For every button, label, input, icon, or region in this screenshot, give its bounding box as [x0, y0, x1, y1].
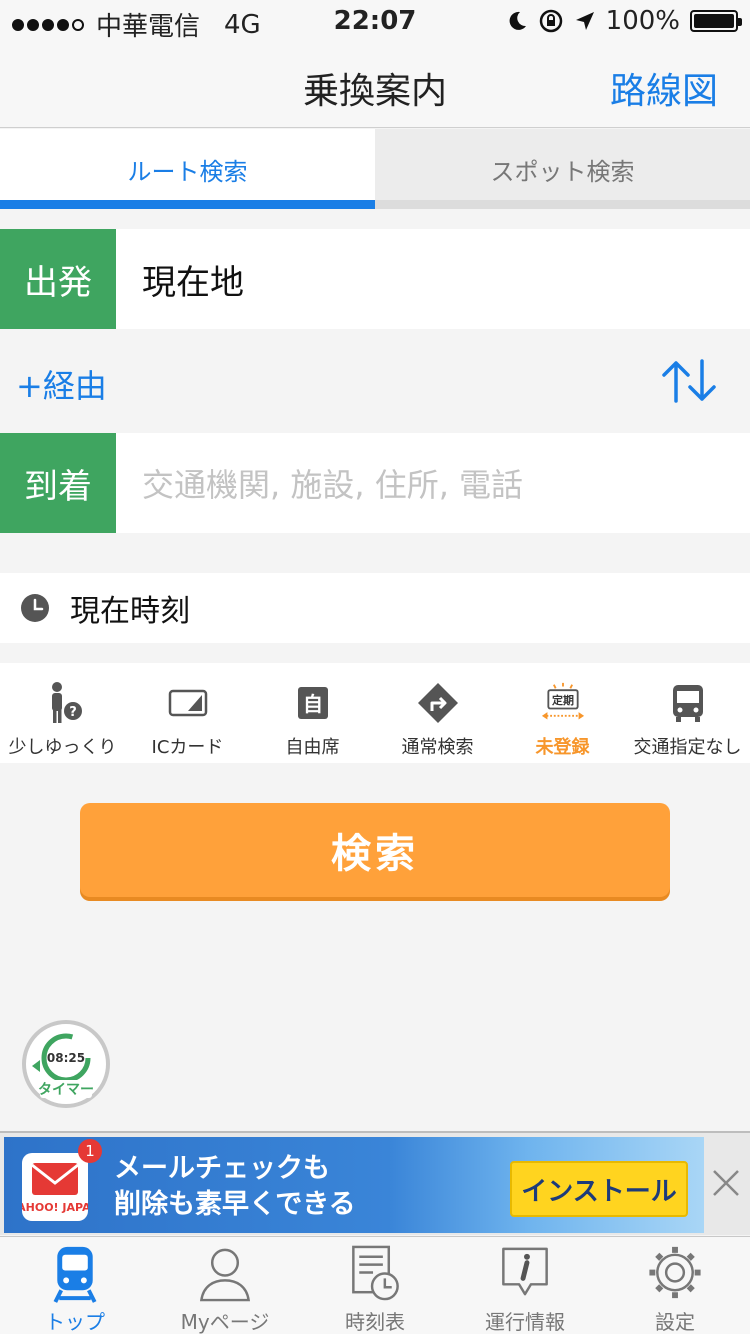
via-row: +経由: [0, 329, 750, 433]
tabbar-item-settings[interactable]: 設定: [600, 1237, 750, 1334]
battery-icon: [690, 10, 742, 32]
ad-text: メールチェックも 削除も素早くできる: [114, 1151, 356, 1223]
route-map-button[interactable]: 路線図: [610, 62, 718, 114]
svg-text:?: ?: [69, 705, 77, 720]
tab-route-search[interactable]: ルート検索: [0, 129, 375, 209]
ad-line-1: メールチェックも: [114, 1153, 330, 1184]
clock-icon: [21, 594, 49, 622]
arrival-label: 到着: [0, 433, 116, 533]
commuter-pass-icon: 定期: [541, 682, 584, 720]
timer-time: 08:25: [47, 1051, 85, 1065]
tabbar-item-timetable[interactable]: 時刻表: [300, 1237, 450, 1334]
route-diamond-icon: [417, 683, 458, 723]
datetime-label: 現在時刻: [70, 594, 190, 629]
option-transport[interactable]: 交通指定なし: [625, 663, 750, 763]
train-icon: [53, 1246, 97, 1303]
status-right: 100%: [506, 6, 742, 36]
option-seat-label: 自由席: [285, 737, 340, 758]
location-arrow-icon: [575, 12, 594, 30]
svg-text:自: 自: [303, 692, 323, 716]
option-ic-card-label: ICカード: [151, 737, 224, 758]
tabbar-label-settings: 設定: [655, 1310, 695, 1334]
ad-install-button[interactable]: インストール: [510, 1161, 688, 1217]
tabbar-label-service-info: 運行情報: [485, 1310, 565, 1334]
search-options: ? 少しゆっくり ICカード 自 自由席 通常検索 定期 未登録 交通指定なし: [0, 663, 750, 763]
tabbar-label-top: トップ: [45, 1310, 105, 1334]
add-via-button[interactable]: +経由: [16, 361, 107, 407]
ad-banner: YAHOO! JAPAN 1 メールチェックも 削除も素早くできる インストール: [0, 1131, 750, 1235]
ic-card-icon: [168, 689, 207, 717]
tabbar-item-top[interactable]: トップ: [0, 1237, 150, 1334]
mail-envelope-icon: YAHOO! JAPAN: [9, 1163, 100, 1214]
ad-brand: YAHOO! JAPAN: [22, 1201, 88, 1214]
tab-spot-search[interactable]: スポット検索: [375, 129, 750, 209]
tabbar-label-timetable: 時刻表: [345, 1310, 405, 1334]
option-seat[interactable]: 自 自由席: [250, 663, 375, 763]
swap-arrows-icon[interactable]: [660, 357, 718, 405]
option-walking-speed-label: 少しゆっくり: [8, 737, 117, 758]
tabbar-item-mypage[interactable]: Myページ: [150, 1237, 300, 1334]
arrival-input[interactable]: 交通機関, 施設, 住所, 電話: [116, 460, 523, 506]
ad-notification-badge: 1: [78, 1139, 102, 1163]
status-bar: 中華電信 4G 22:07 100%: [0, 0, 750, 42]
option-search-mode[interactable]: 通常検索: [375, 663, 500, 763]
departure-label: 出発: [0, 229, 116, 329]
option-walking-speed[interactable]: ? 少しゆっくり: [0, 663, 125, 763]
tabbar-label-mypage: Myページ: [180, 1310, 270, 1334]
option-transport-label: 交通指定なし: [633, 737, 742, 758]
option-commuter-pass-label: 未登録: [535, 737, 590, 758]
option-search-mode-label: 通常検索: [401, 737, 474, 758]
timer-button[interactable]: 08:25 タイマー: [22, 1020, 110, 1108]
info-icon: [502, 1247, 548, 1296]
seat-icon: 自: [297, 687, 328, 719]
timetable-icon: [352, 1245, 399, 1301]
search-tabs: ルート検索 スポット検索: [0, 129, 750, 209]
commuter-pass-badge: 定期: [552, 693, 574, 707]
gear-icon: [649, 1246, 701, 1299]
timer-label: タイマー: [38, 1082, 94, 1098]
bottom-tab-bar: トップ Myページ 時刻表 運行情報 設定: [0, 1236, 750, 1334]
ad-line-2: 削除も素早くできる: [114, 1189, 356, 1220]
yahoo-mail-app-icon: YAHOO! JAPAN: [9, 1153, 100, 1221]
battery-percent: 100%: [605, 6, 680, 36]
user-icon: [199, 1248, 251, 1302]
datetime-row[interactable]: 現在時刻: [0, 573, 750, 643]
walking-person-icon: ?: [51, 682, 82, 723]
tabbar-item-service-info[interactable]: 運行情報: [450, 1237, 600, 1334]
search-button[interactable]: 検索: [80, 803, 670, 897]
option-ic-card[interactable]: ICカード: [125, 663, 250, 763]
rotation-lock-icon: [539, 9, 562, 33]
departure-value[interactable]: 現在地: [116, 255, 244, 304]
departure-field[interactable]: 出発 現在地: [0, 229, 750, 329]
moon-icon: [509, 11, 526, 30]
bus-icon: [672, 685, 703, 722]
option-commuter-pass[interactable]: 定期 未登録: [500, 663, 625, 763]
ad-content[interactable]: YAHOO! JAPAN 1 メールチェックも 削除も素早くできる インストール: [4, 1137, 704, 1233]
navigation-bar: 乗換案内 路線図: [0, 40, 750, 128]
arrival-field[interactable]: 到着 交通機関, 施設, 住所, 電話: [0, 433, 750, 533]
close-icon[interactable]: [710, 1167, 742, 1199]
